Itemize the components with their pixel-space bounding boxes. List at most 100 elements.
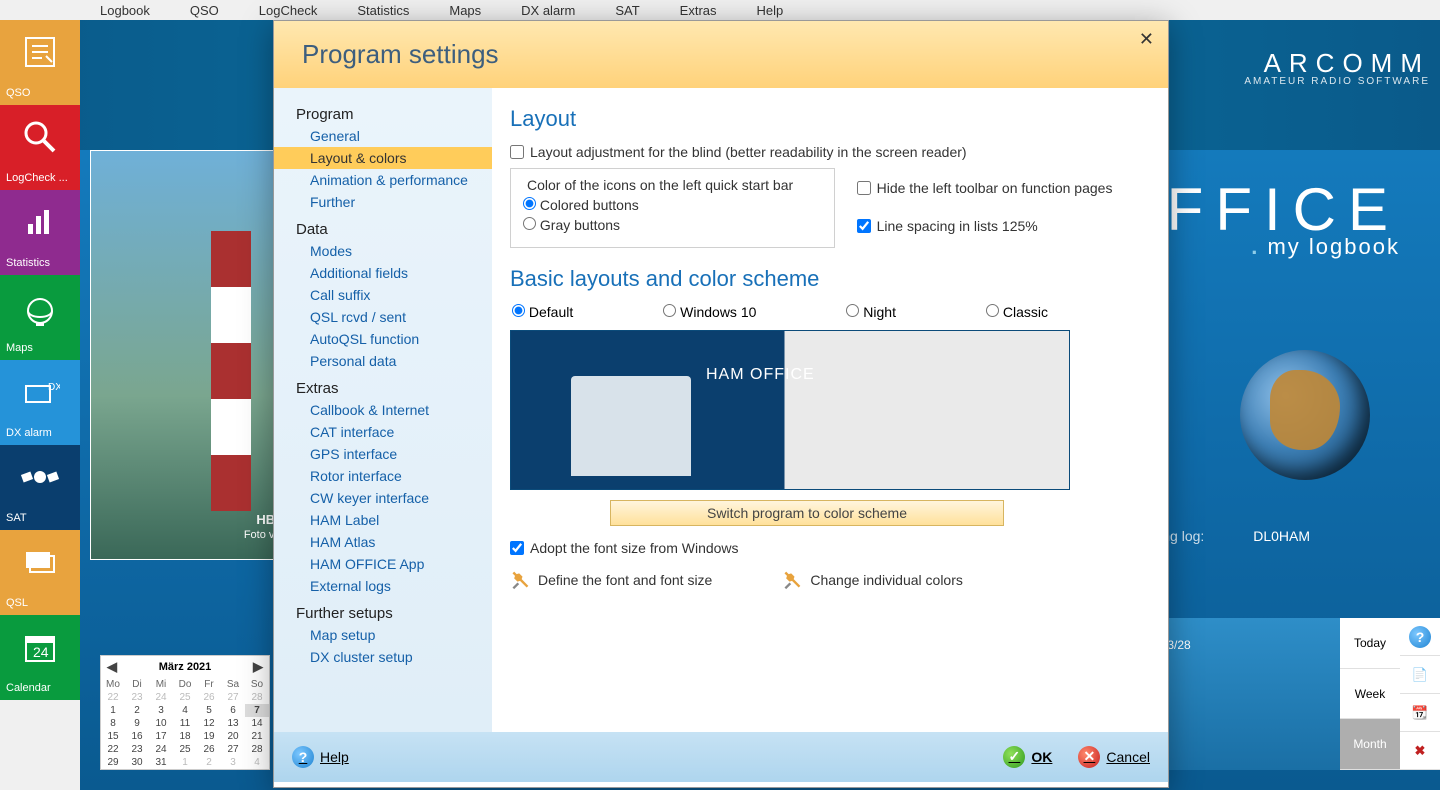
cal-day[interactable]: 26 [197,743,221,756]
chk-blind[interactable]: Layout adjustment for the blind (better … [510,144,1150,160]
cal-day[interactable]: 8 [101,717,125,730]
cal-day[interactable]: 21 [245,730,269,743]
menu-logbook[interactable]: Logbook [100,3,150,18]
cal-day[interactable]: 23 [125,691,149,704]
cal-day[interactable]: 4 [245,756,269,769]
radio-gray[interactable]: Gray buttons [523,217,822,233]
quickbar-qso[interactable]: QSO [0,20,80,105]
chk-linespacing[interactable]: Line spacing in lists 125% [857,218,1113,234]
ok-button[interactable]: ✓OK [1003,746,1052,769]
nav-item-cw-keyer-interface[interactable]: CW keyer interface [296,487,470,509]
scheme-radio-classic[interactable]: Classic [986,304,1048,320]
cal-day[interactable]: 25 [173,691,197,704]
cal-day[interactable]: 14 [245,717,269,730]
nav-item-animation-performance[interactable]: Animation & performance [296,169,470,191]
menu-extras[interactable]: Extras [680,3,717,18]
cal-day[interactable]: 9 [125,717,149,730]
scheme-radio-default[interactable]: Default [512,304,573,320]
nav-item-general[interactable]: General [296,125,470,147]
view-month[interactable]: Month [1340,719,1400,770]
cal-day[interactable]: 26 [197,691,221,704]
scheme-radio-windows-10[interactable]: Windows 10 [663,304,756,320]
cancel-button[interactable]: ✕Cancel [1078,746,1150,769]
quickbar-qsl[interactable]: QSL [0,530,80,615]
calendar[interactable]: ◀ März 2021 ▶ MoDiMiDoFrSaSo222324252627… [100,655,270,770]
cal-day[interactable]: 2 [197,756,221,769]
cal-day[interactable]: 13 [221,717,245,730]
menu-maps[interactable]: Maps [449,3,481,18]
cal-day[interactable]: 17 [149,730,173,743]
nav-item-additional-fields[interactable]: Additional fields [296,262,470,284]
cal-day[interactable]: 23 [125,743,149,756]
dialog-close-button[interactable]: ✕ [1139,29,1154,50]
cal-day[interactable]: 7 [245,704,269,717]
link-define-font[interactable]: Define the font and font size [510,570,712,590]
menu-sat[interactable]: SAT [615,3,639,18]
cal-day[interactable]: 22 [101,691,125,704]
cal-day[interactable]: 27 [221,743,245,756]
nav-item-autoqsl-function[interactable]: AutoQSL function [296,328,470,350]
cal-day[interactable]: 3 [221,756,245,769]
cal-day[interactable]: 24 [149,743,173,756]
help-button[interactable]: ?Help [292,746,349,769]
cal-day[interactable]: 24 [149,691,173,704]
cal-day[interactable]: 1 [101,704,125,717]
cal-day[interactable]: 28 [245,691,269,704]
help-icon[interactable]: ? [1400,618,1440,656]
cal-day[interactable]: 3 [149,704,173,717]
cal-day[interactable]: 2 [125,704,149,717]
cal-day[interactable]: 31 [149,756,173,769]
nav-item-map-setup[interactable]: Map setup [296,624,470,646]
cal-prev[interactable]: ◀ [107,659,117,675]
cal-day[interactable]: 18 [173,730,197,743]
quickbar-sat[interactable]: SAT [0,445,80,530]
quickbar-maps[interactable]: Maps [0,275,80,360]
cal-day[interactable]: 6 [221,704,245,717]
view-today[interactable]: Today [1340,618,1400,669]
cal-day[interactable]: 25 [173,743,197,756]
date-icon[interactable]: 📆 [1400,694,1440,732]
cal-day[interactable]: 22 [101,743,125,756]
menu-logcheck[interactable]: LogCheck [259,3,318,18]
nav-item-layout-colors[interactable]: Layout & colors [274,147,492,169]
cal-day[interactable]: 15 [101,730,125,743]
radio-colored[interactable]: Colored buttons [523,197,822,213]
nav-item-dx-cluster-setup[interactable]: DX cluster setup [296,646,470,668]
cal-day[interactable]: 30 [125,756,149,769]
quickbar-statistics[interactable]: Statistics [0,190,80,275]
cal-day[interactable]: 28 [245,743,269,756]
nav-item-callbook-internet[interactable]: Callbook & Internet [296,399,470,421]
nav-item-rotor-interface[interactable]: Rotor interface [296,465,470,487]
cal-day[interactable]: 4 [173,704,197,717]
nav-item-call-suffix[interactable]: Call suffix [296,284,470,306]
menu-statistics[interactable]: Statistics [357,3,409,18]
cal-day[interactable]: 29 [101,756,125,769]
doc-icon[interactable]: 📄 [1400,656,1440,694]
cal-next[interactable]: ▶ [253,659,263,675]
menu-qso[interactable]: QSO [190,3,219,18]
nav-item-ham-office-app[interactable]: HAM OFFICE App [296,553,470,575]
nav-item-ham-label[interactable]: HAM Label [296,509,470,531]
scheme-radio-night[interactable]: Night [846,304,896,320]
nav-item-modes[interactable]: Modes [296,240,470,262]
quickbar-calendar[interactable]: 24Calendar [0,615,80,700]
nav-item-ham-atlas[interactable]: HAM Atlas [296,531,470,553]
nav-item-qsl-rcvd-sent[interactable]: QSL rcvd / sent [296,306,470,328]
chk-hide-toolbar[interactable]: Hide the left toolbar on function pages [857,180,1113,196]
cal-day[interactable]: 27 [221,691,245,704]
cal-day[interactable]: 5 [197,704,221,717]
cal-day[interactable]: 10 [149,717,173,730]
quickbar-dx-alarm[interactable]: DXDX alarm [0,360,80,445]
nav-item-gps-interface[interactable]: GPS interface [296,443,470,465]
chk-adopt-font[interactable]: Adopt the font size from Windows [510,540,1150,556]
cal-day[interactable]: 11 [173,717,197,730]
cal-day[interactable]: 16 [125,730,149,743]
quickbar-logcheck-[interactable]: LogCheck ... [0,105,80,190]
close-icon[interactable]: ✖ [1400,732,1440,770]
link-change-colors[interactable]: Change individual colors [782,570,963,590]
cal-day[interactable]: 19 [197,730,221,743]
nav-item-cat-interface[interactable]: CAT interface [296,421,470,443]
view-week[interactable]: Week [1340,669,1400,720]
cal-day[interactable]: 20 [221,730,245,743]
nav-item-further[interactable]: Further [296,191,470,213]
